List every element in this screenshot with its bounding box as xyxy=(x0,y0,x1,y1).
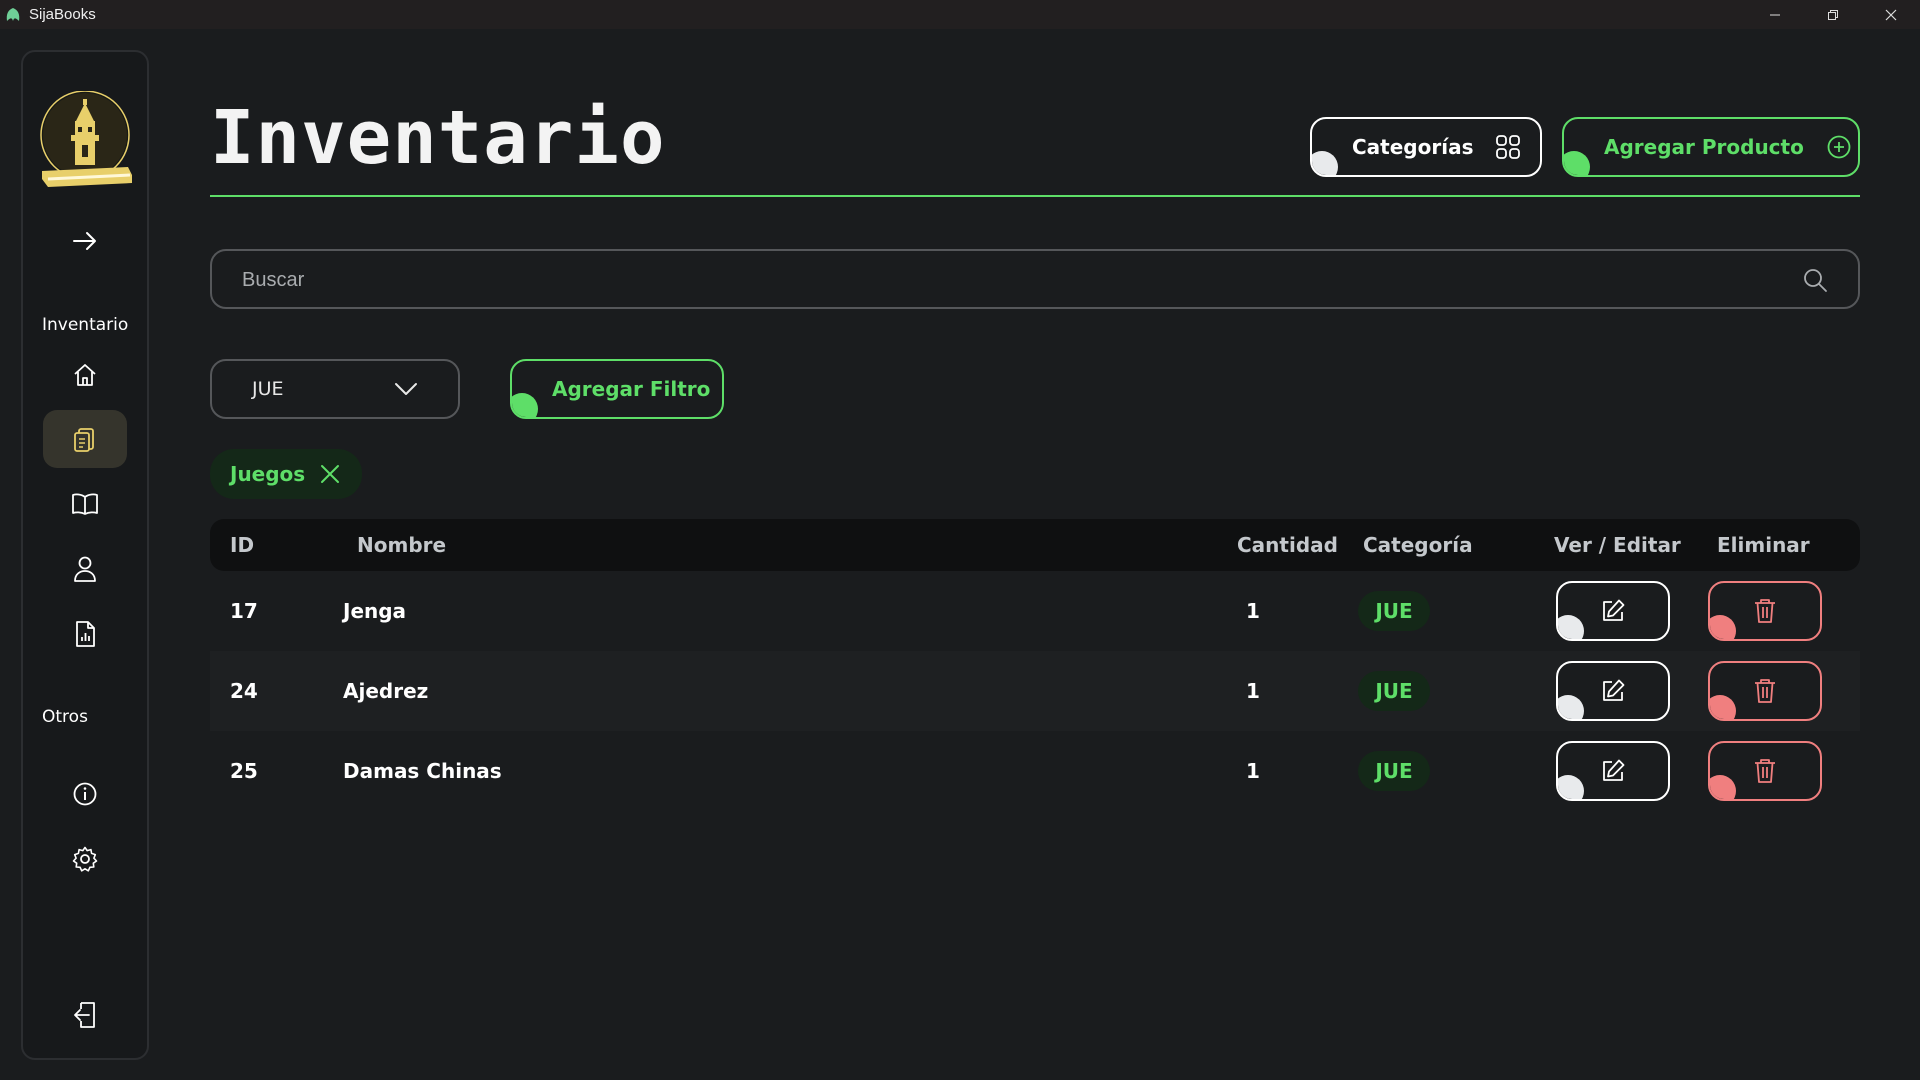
button-blob xyxy=(1558,695,1584,719)
cell-nombre: Jenga xyxy=(343,599,407,623)
table-row: 17 Jenga 1 JUE xyxy=(210,571,1860,651)
trash-icon xyxy=(1755,759,1775,783)
button-blob xyxy=(1710,695,1736,719)
title-bar: SijaBooks xyxy=(0,0,1920,29)
button-blob xyxy=(1558,615,1584,639)
trash-icon xyxy=(1755,599,1775,623)
sidebar-item-reports[interactable] xyxy=(43,605,127,663)
user-icon xyxy=(74,556,96,582)
edit-button[interactable] xyxy=(1556,661,1670,721)
info-icon xyxy=(73,782,97,806)
sidebar-item-inventory[interactable] xyxy=(43,410,127,468)
table-header: ID Nombre Cantidad Categoría Ver / Edita… xyxy=(210,519,1860,571)
restore-icon xyxy=(1828,9,1838,20)
delete-button[interactable] xyxy=(1708,741,1822,801)
category-badge: JUE xyxy=(1358,751,1430,791)
logout-button[interactable] xyxy=(43,986,127,1044)
cell-id: 17 xyxy=(230,599,258,623)
button-blob xyxy=(1710,775,1736,799)
sidebar-toggle-button[interactable] xyxy=(43,212,127,270)
book-icon xyxy=(72,493,98,515)
sidebar-section-inventario: Inventario xyxy=(42,315,129,335)
delete-button[interactable] xyxy=(1708,661,1822,721)
close-icon xyxy=(1885,9,1897,20)
edit-button[interactable] xyxy=(1556,741,1670,801)
edit-icon xyxy=(1603,679,1625,701)
category-select[interactable]: JUE xyxy=(210,359,460,419)
column-header-eliminar: Eliminar xyxy=(1717,533,1810,557)
categories-button-label: Categorías xyxy=(1352,135,1474,159)
cell-id: 25 xyxy=(230,759,258,783)
button-blob xyxy=(512,393,538,417)
cell-cantidad: 1 xyxy=(1246,599,1260,623)
minimize-button[interactable] xyxy=(1746,0,1804,29)
report-icon xyxy=(76,621,95,647)
search-box xyxy=(210,249,1860,309)
column-header-categoria: Categoría xyxy=(1363,533,1473,557)
search-input[interactable] xyxy=(242,267,1742,293)
cell-cantidad: 1 xyxy=(1246,679,1260,703)
sidebar-item-settings[interactable] xyxy=(43,830,127,888)
button-blob xyxy=(1564,151,1590,175)
column-header-nombre: Nombre xyxy=(357,533,447,557)
add-filter-button-label: Agregar Filtro xyxy=(552,377,711,401)
restore-button[interactable] xyxy=(1804,0,1862,29)
page-title: Inventario xyxy=(210,95,666,181)
home-icon xyxy=(74,364,96,386)
delete-button[interactable] xyxy=(1708,581,1822,641)
window-controls xyxy=(1746,0,1920,29)
table-row: 24 Ajedrez 1 JUE xyxy=(210,651,1860,731)
arrow-right-icon xyxy=(73,232,96,250)
sidebar: Inventario Otros xyxy=(21,50,149,1060)
filter-chip: Juegos xyxy=(210,449,362,499)
minimize-icon xyxy=(1770,14,1780,15)
edit-button[interactable] xyxy=(1556,581,1670,641)
sidebar-item-books[interactable] xyxy=(43,475,127,533)
search-icon[interactable] xyxy=(1802,267,1828,293)
edit-icon xyxy=(1603,599,1625,621)
trash-icon xyxy=(1755,679,1775,703)
cell-nombre: Damas Chinas xyxy=(343,759,502,783)
button-blob xyxy=(1710,615,1736,639)
column-header-id: ID xyxy=(230,533,255,557)
category-badge: JUE xyxy=(1358,591,1430,631)
app-logo xyxy=(40,90,134,195)
add-product-button-label: Agregar Producto xyxy=(1604,135,1804,159)
sidebar-section-otros: Otros xyxy=(42,707,88,727)
column-header-ver-editar: Ver / Editar xyxy=(1554,533,1681,557)
table-row: 25 Damas Chinas 1 JUE xyxy=(210,731,1860,811)
category-badge: JUE xyxy=(1358,671,1430,711)
cell-nombre: Ajedrez xyxy=(343,679,429,703)
plus-circle-icon xyxy=(1827,135,1851,159)
category-select-value: JUE xyxy=(252,378,284,400)
sidebar-item-info[interactable] xyxy=(43,765,127,823)
grid-icon xyxy=(1496,135,1521,159)
button-blob xyxy=(1312,151,1338,175)
window-title: SijaBooks xyxy=(29,6,96,23)
column-header-cantidad: Cantidad xyxy=(1237,533,1338,557)
categories-button[interactable]: Categorías xyxy=(1310,117,1542,177)
leaf-app-icon xyxy=(3,5,23,25)
button-blob xyxy=(1558,775,1584,799)
cell-id: 24 xyxy=(230,679,258,703)
clipboard-icon xyxy=(74,428,94,452)
edit-icon xyxy=(1603,759,1625,781)
gear-icon xyxy=(72,846,98,872)
title-divider xyxy=(210,195,1860,197)
chevron-down-icon xyxy=(395,383,417,395)
logout-icon xyxy=(74,1002,95,1028)
sidebar-item-users[interactable] xyxy=(43,540,127,598)
filter-chip-label: Juegos xyxy=(230,462,306,486)
add-product-button[interactable]: Agregar Producto xyxy=(1562,117,1860,177)
sidebar-item-home[interactable] xyxy=(43,346,127,404)
close-button[interactable] xyxy=(1862,0,1920,29)
cell-cantidad: 1 xyxy=(1246,759,1260,783)
close-icon[interactable] xyxy=(320,464,340,484)
add-filter-button[interactable]: Agregar Filtro xyxy=(510,359,724,419)
